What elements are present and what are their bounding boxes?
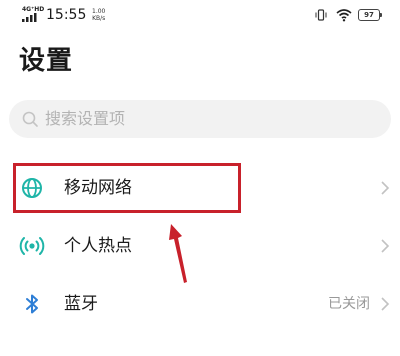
battery-indicator: 97 — [358, 9, 384, 21]
search-icon — [22, 111, 38, 127]
highlight-box — [13, 163, 241, 213]
page-title: 设置 — [19, 46, 74, 76]
signal-icon — [22, 13, 37, 22]
battery-tip — [380, 13, 382, 17]
speed-unit: KB/s — [92, 15, 106, 22]
chevron-right-icon — [381, 181, 390, 195]
bluetooth-status: 已关闭 — [328, 296, 370, 312]
red-arrow-annotation — [169, 224, 187, 283]
chevron-right-icon — [381, 239, 390, 253]
wifi-icon — [336, 9, 352, 22]
bluetooth-icon — [26, 294, 38, 314]
battery-level: 97 — [364, 11, 374, 19]
settings-item-personal-hotspot[interactable]: 个人热点 — [0, 218, 400, 274]
vibrate-icon — [315, 9, 327, 21]
settings-item-label: 蓝牙 — [64, 294, 98, 314]
chevron-right-icon — [381, 297, 390, 311]
status-time: 15:55 — [46, 7, 87, 23]
network-speed: 1.00 KB/s — [92, 8, 105, 22]
search-input[interactable]: 搜索设置项 — [9, 100, 391, 138]
hotspot-icon — [19, 237, 45, 255]
speed-value: 1.00 — [92, 8, 106, 15]
network-type: 4G⁺HD — [22, 6, 45, 13]
settings-item-label: 个人热点 — [64, 236, 132, 256]
settings-item-bluetooth[interactable]: 蓝牙 已关闭 — [0, 276, 400, 332]
status-bar: 4G⁺HD 15:55 1.00 KB/s 97 — [0, 0, 400, 34]
search-placeholder: 搜索设置项 — [45, 109, 126, 128]
